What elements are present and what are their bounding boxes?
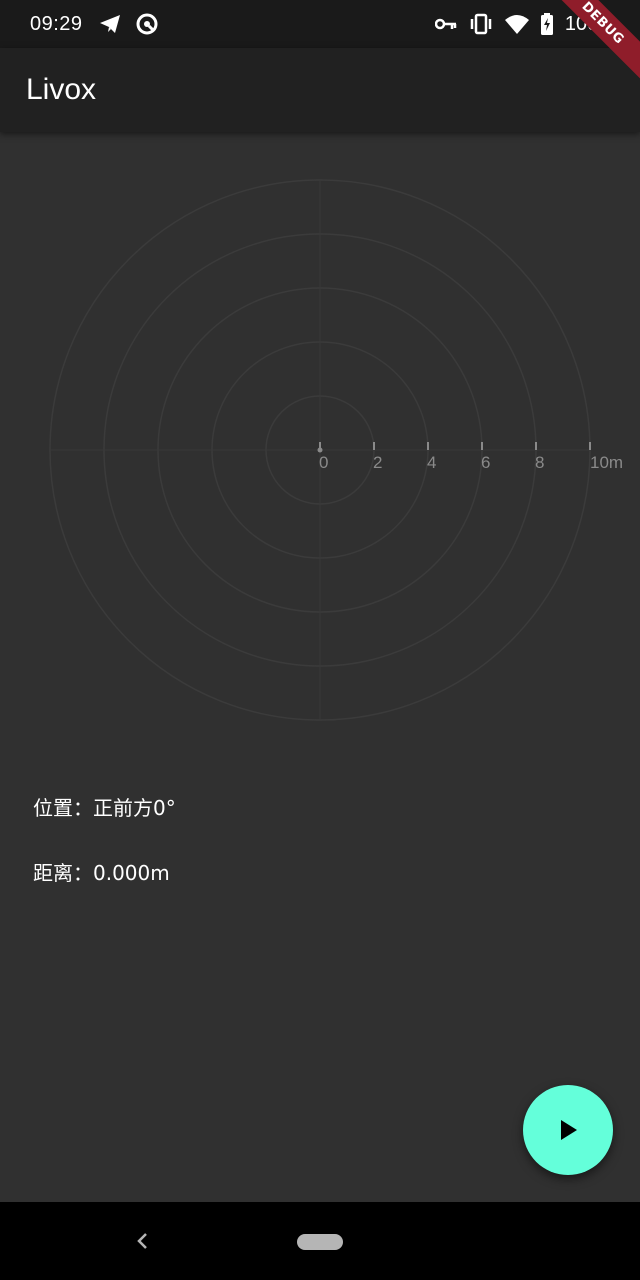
scale-label-4: 4 xyxy=(427,453,436,472)
radar-scale xyxy=(319,442,591,450)
app-title: Livox xyxy=(26,73,97,106)
play-icon xyxy=(557,1118,579,1142)
scale-label-0: 0 xyxy=(319,453,328,472)
home-pill-icon[interactable] xyxy=(297,1234,343,1250)
status-right-icons: 100% xyxy=(434,12,616,36)
wifi-icon xyxy=(504,14,529,34)
scale-label-8: 8 xyxy=(535,453,544,472)
key-icon xyxy=(434,17,457,31)
app-bar: Livox xyxy=(0,48,640,132)
circle-q-icon xyxy=(135,12,159,36)
distance-text: 距离：0.000m xyxy=(33,861,170,885)
status-bar: 09:29 100% xyxy=(0,0,640,48)
scale-label-2: 2 xyxy=(373,453,382,472)
radar-scale-labels: 0 2 4 6 8 10m xyxy=(319,453,623,472)
position-text: 位置：正前方0° xyxy=(33,796,176,820)
scale-label-10m: 10m xyxy=(590,453,623,472)
vibrate-icon xyxy=(469,13,493,35)
status-left-icons xyxy=(99,12,159,36)
telegram-icon xyxy=(99,14,121,34)
status-time: 09:29 xyxy=(30,12,83,35)
battery-icon xyxy=(540,13,553,35)
navigation-bar xyxy=(0,1202,640,1280)
back-chevron-icon[interactable] xyxy=(128,1226,158,1256)
radar-origin-dot xyxy=(317,447,323,453)
battery-percentage: 100% xyxy=(564,12,616,35)
play-button[interactable] xyxy=(523,1085,613,1175)
radar-view: 0 2 4 6 8 10m xyxy=(49,179,623,721)
scale-label-6: 6 xyxy=(481,453,490,472)
